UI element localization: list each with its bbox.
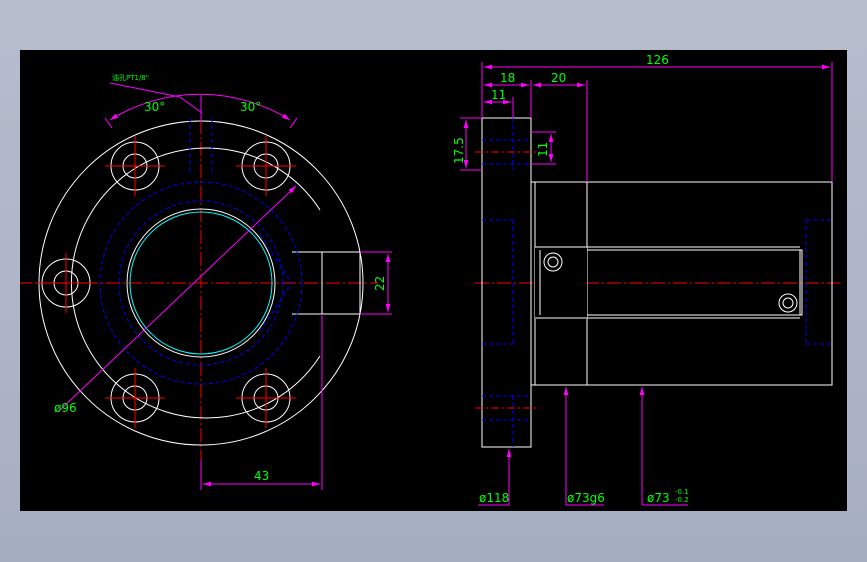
bolt-hole-top-right [236, 136, 296, 196]
bottom-leaders [478, 387, 688, 506]
window-frame: 30° 30° 油孔PT1/8" ø96 43 22 126 18 20 11 … [0, 0, 867, 562]
flange-thickness-label: 18 [500, 71, 515, 85]
dia-bore-label: ø73 [647, 491, 670, 505]
small-length-label: 11 [491, 88, 506, 102]
side-view: 126 18 20 11 17.5 11 ø118 ø73g6 ø73 -0.1… [452, 53, 840, 506]
cad-drawing: 30° 30° 油孔PT1/8" ø96 43 22 126 18 20 11 … [20, 53, 840, 506]
drawing-canvas[interactable]: 30° 30° 油孔PT1/8" ø96 43 22 126 18 20 11 … [20, 50, 847, 511]
bolt-hole-bottom-left [105, 368, 165, 428]
oil-hole-note: 油孔PT1/8" [112, 73, 149, 82]
bolt-hole-top-left [105, 136, 165, 196]
angle-right-label: 30° [240, 100, 261, 114]
diameter-leader [59, 185, 297, 411]
dia-body-label: ø73g6 [567, 491, 605, 505]
tolerance-lower: -0.2 [675, 496, 689, 504]
bolt-hole-left [36, 253, 96, 313]
height-left-label: 17.5 [452, 137, 466, 164]
width-label: 43 [254, 469, 269, 483]
step-length-label: 20 [551, 71, 566, 85]
tolerance-upper: -0.1 [675, 488, 689, 496]
width-dimension [200, 314, 323, 490]
note-leader [109, 82, 181, 98]
height-label: 22 [373, 276, 387, 291]
front-view: 30° 30° 油孔PT1/8" ø96 43 22 [20, 73, 392, 490]
angle-left-label: 30° [144, 100, 165, 114]
bolt-hole-bottom-right [236, 368, 296, 428]
pin-right [778, 293, 798, 313]
diameter-label: ø96 [54, 401, 77, 415]
height-right-label: 11 [536, 142, 550, 157]
overall-length-label: 126 [646, 53, 669, 67]
dia-flange-label: ø118 [479, 491, 509, 505]
